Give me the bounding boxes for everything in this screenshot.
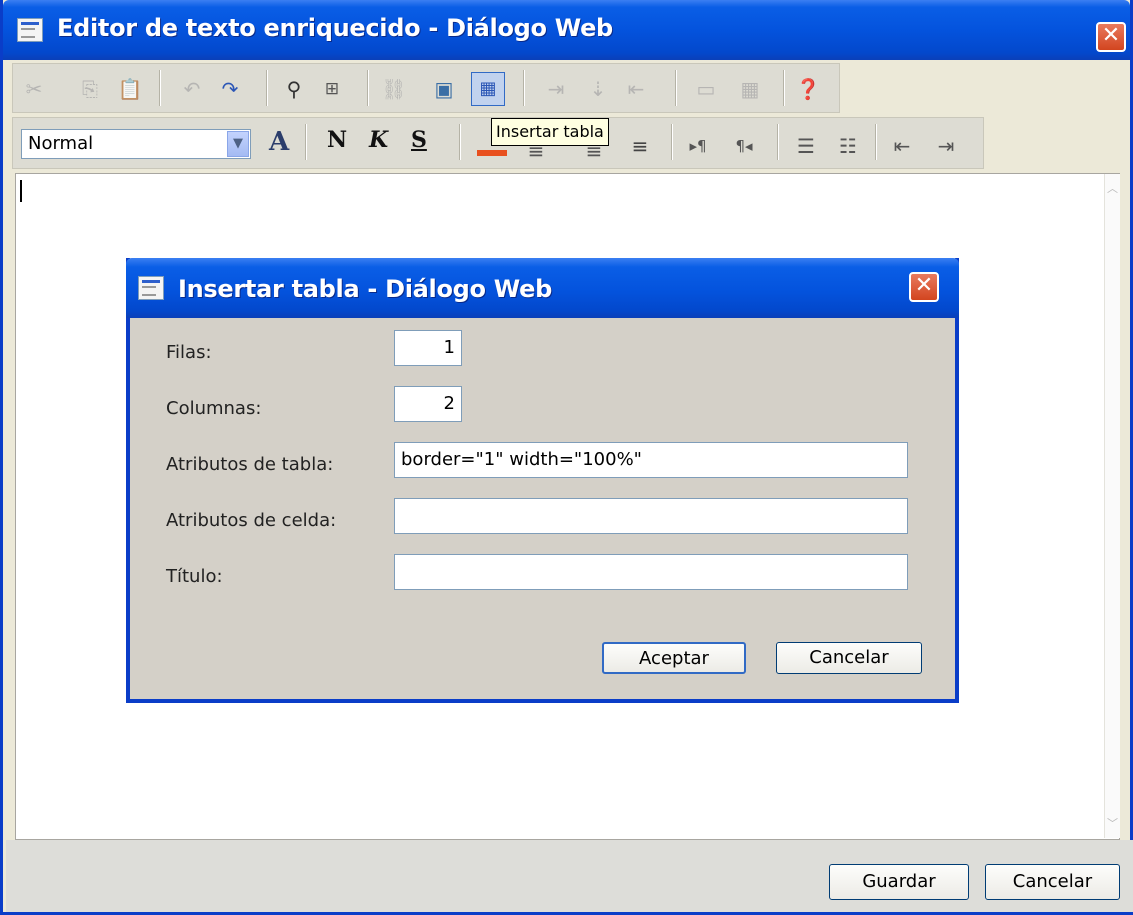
cell-attributes-label: Atributos de celda: bbox=[166, 510, 337, 531]
dialog-titlebar: Insertar tabla - Diálogo Web ✕ bbox=[126, 258, 959, 318]
scroll-up-icon[interactable]: ︿ bbox=[1105, 180, 1120, 197]
align-right-icon[interactable]: ≡ bbox=[627, 133, 653, 159]
table-icon: ▦ bbox=[479, 78, 497, 99]
columns-label: Columnas: bbox=[166, 398, 262, 419]
numbered-list-icon[interactable]: ☰ bbox=[793, 133, 819, 159]
cell-props-icon[interactable]: ▭ bbox=[693, 76, 719, 102]
ltr-icon[interactable]: ▸¶ bbox=[685, 133, 711, 159]
chevron-down-icon[interactable]: ▼ bbox=[227, 131, 249, 157]
dialog-close-button[interactable]: ✕ bbox=[909, 272, 939, 302]
app-icon bbox=[138, 276, 164, 300]
cell-attributes-input[interactable] bbox=[394, 498, 908, 534]
underline-button[interactable]: S bbox=[411, 127, 427, 153]
vertical-scrollbar[interactable]: ︿ ﹀ bbox=[1104, 174, 1120, 838]
text-caret bbox=[20, 180, 22, 202]
link-icon[interactable]: ⛓ bbox=[381, 76, 407, 102]
outdent-icon[interactable]: ⇤ bbox=[889, 133, 915, 159]
cut-icon[interactable]: ✂ bbox=[21, 76, 47, 102]
scroll-down-icon[interactable]: ﹀ bbox=[1105, 815, 1120, 832]
insert-row-icon[interactable]: ⇥ bbox=[543, 76, 569, 102]
accept-button[interactable]: Aceptar bbox=[602, 642, 746, 674]
insert-table-dialog: Filas: 1 Columnas: 2 Atributos de tabla:… bbox=[126, 258, 959, 703]
redo-icon[interactable]: ↷ bbox=[217, 76, 243, 102]
rows-input[interactable]: 1 bbox=[394, 330, 462, 366]
undo-icon[interactable]: ↶ bbox=[179, 76, 205, 102]
highlight-color-icon[interactable] bbox=[477, 150, 507, 156]
copy-icon[interactable]: ⎘ bbox=[77, 76, 103, 102]
caption-label: Título: bbox=[166, 566, 223, 587]
dialog-title: Insertar tabla - Diálogo Web bbox=[178, 275, 552, 303]
bulleted-list-icon[interactable]: ☷ bbox=[835, 133, 861, 159]
caption-input[interactable] bbox=[394, 554, 908, 590]
indent-icon[interactable]: ⇥ bbox=[933, 133, 959, 159]
window-titlebar: Editor de texto enriquecido - Diálogo We… bbox=[3, 0, 1130, 60]
image-icon[interactable]: ▣ bbox=[431, 76, 457, 102]
merge-cells-icon[interactable]: ⇤ bbox=[623, 76, 649, 102]
window-title: Editor de texto enriquecido - Diálogo We… bbox=[57, 14, 613, 42]
select-all-icon[interactable]: ⊞ bbox=[319, 76, 345, 102]
table-attributes-input[interactable]: border="1" width="100%" bbox=[394, 442, 908, 478]
table-button[interactable]: ▦ bbox=[471, 72, 505, 106]
paragraph-style-select[interactable]: Normal ▼ bbox=[21, 129, 251, 159]
insert-column-icon[interactable]: ⇣ bbox=[585, 76, 611, 102]
find-icon[interactable]: ⚲ bbox=[281, 76, 307, 102]
dialog-cancel-button[interactable]: Cancelar bbox=[776, 642, 922, 674]
tooltip: Insertar tabla bbox=[491, 118, 609, 146]
style-select-value: Normal bbox=[28, 133, 94, 154]
app-icon bbox=[17, 18, 43, 42]
save-button[interactable]: Guardar bbox=[829, 864, 969, 900]
footer-bar: Guardar Cancelar bbox=[6, 840, 1133, 912]
cancel-button[interactable]: Cancelar bbox=[985, 864, 1120, 900]
help-icon[interactable]: ❓ bbox=[795, 76, 821, 102]
paste-icon[interactable]: 📋 bbox=[117, 76, 143, 102]
font-color-button[interactable]: A bbox=[269, 127, 289, 157]
columns-input[interactable]: 2 bbox=[394, 386, 462, 422]
rtl-icon[interactable]: ¶◂ bbox=[731, 133, 757, 159]
table-props-icon[interactable]: ▦ bbox=[737, 76, 763, 102]
bold-button[interactable]: N bbox=[327, 127, 347, 153]
italic-button[interactable]: K bbox=[369, 127, 388, 153]
window-close-button[interactable]: ✕ bbox=[1096, 22, 1126, 52]
rows-label: Filas: bbox=[166, 342, 212, 363]
table-attributes-label: Atributos de tabla: bbox=[166, 454, 334, 475]
